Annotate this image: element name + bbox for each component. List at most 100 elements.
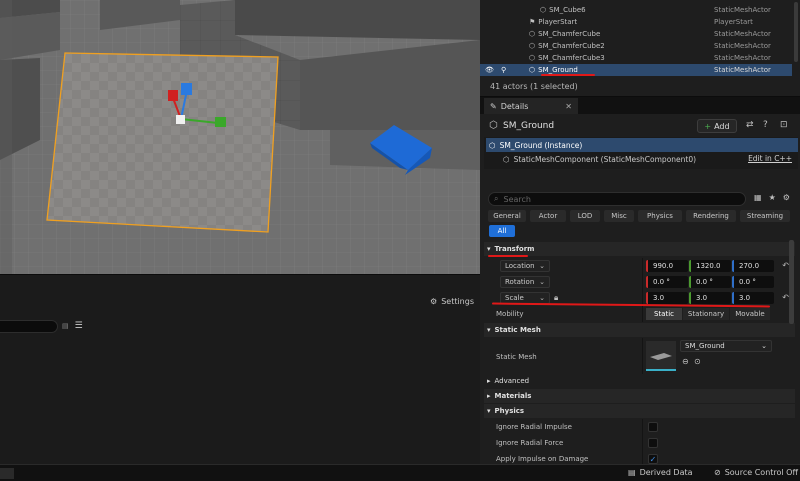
category-all[interactable]: All <box>489 225 515 237</box>
selected-object-header: ⬡ SM_Ground + Add ⇄ ? ⊡ <box>480 115 800 137</box>
details-scrollbar[interactable] <box>789 240 794 324</box>
component-tree: ⬡ SM_Ground (Instance) ⬡ StaticMeshCompo… <box>484 137 798 169</box>
viewport-scene[interactable] <box>0 0 480 274</box>
category-rendering[interactable]: Rendering <box>686 210 736 222</box>
add-component-button[interactable]: + Add <box>697 119 737 133</box>
level-viewport[interactable] <box>0 0 480 274</box>
save-icon[interactable]: ▤ <box>62 322 69 330</box>
category-general[interactable]: General <box>488 210 526 222</box>
mobility-row: Mobility Static Stationary Movable <box>484 306 795 322</box>
outliner-row[interactable]: ⬡ SM_Cube6 StaticMeshActor <box>480 4 792 16</box>
physics-prop-row: Ignore Radial Impulse <box>484 419 795 435</box>
rotation-z-field[interactable]: 0.0 ° <box>732 276 774 288</box>
lock-icon[interactable]: 🔒︎ <box>554 293 558 303</box>
location-z-field[interactable]: 270.0 <box>732 260 774 272</box>
static-mesh-icon: ⬡ <box>503 155 510 164</box>
component-root[interactable]: ⬡ SM_Ground (Instance) <box>486 138 798 152</box>
browse-icon[interactable]: ⊖ <box>682 357 689 366</box>
mobility-static-option[interactable]: Static <box>646 308 682 320</box>
rotation-row: Rotation ⌄ 0.0 ° 0.0 ° 0.0 ° <box>484 274 795 290</box>
source-control-button[interactable]: ⊘ Source Control Off <box>714 468 798 477</box>
chevron-down-icon: ▾ <box>487 245 491 253</box>
rotation-dropdown[interactable]: Rotation ⌄ <box>500 276 550 288</box>
object-name: SM_Ground <box>503 121 555 131</box>
transform-section[interactable]: ▾ Transform <box>484 242 795 256</box>
static-mesh-icon: ⬡ <box>529 41 536 50</box>
close-icon[interactable]: ✕ <box>565 102 572 111</box>
status-bar: ▤ Derived Data ⊘ Source Control Off <box>0 464 800 481</box>
chevron-down-icon: ⌄ <box>539 294 545 302</box>
details-panel: ✎ Details ✕ ⬡ SM_Ground + Add ⇄ ? ⊡ ⬡ SM… <box>480 96 800 467</box>
gear-icon: ⚙ <box>430 297 438 306</box>
reset-icon[interactable]: ↶ <box>782 293 789 302</box>
scale-z-field[interactable]: 3.0 <box>732 292 774 304</box>
eye-icon[interactable]: 👁 <box>485 66 494 74</box>
outliner-row-selected[interactable]: 👁 ⚲ ⬡ SM_Ground StaticMeshActor <box>480 64 792 76</box>
mesh-thumbnail[interactable] <box>646 341 676 371</box>
blueprint-icon[interactable]: ⇄ <box>746 120 754 130</box>
flag-icon: ⚑ <box>529 17 536 26</box>
advanced-section[interactable]: ▸ Advanced <box>484 374 795 388</box>
actor-count: 41 actors (1 selected) <box>490 82 578 91</box>
console-toggle[interactable] <box>0 468 14 479</box>
edit-in-cpp-link[interactable]: Edit in C++ <box>748 154 792 163</box>
pin-icon[interactable]: ⚲ <box>501 66 506 74</box>
outliner-row[interactable]: ⬡ SM_ChamferCube3 StaticMeshActor <box>480 52 792 64</box>
ignore-radial-impulse-checkbox[interactable] <box>648 422 658 432</box>
location-x-field[interactable]: 990.0 <box>646 260 688 272</box>
category-actor[interactable]: Actor <box>530 210 566 222</box>
location-row: Location ⌄ 990.0 1320.0 270.0 ↶ <box>484 258 795 274</box>
plus-icon: + <box>704 121 712 131</box>
physics-section[interactable]: ▾ Physics <box>484 404 795 418</box>
rotation-y-field[interactable]: 0.0 ° <box>689 276 731 288</box>
scale-x-field[interactable]: 3.0 <box>646 292 688 304</box>
chevron-down-icon: ⌄ <box>761 342 767 350</box>
category-physics[interactable]: Physics <box>638 210 682 222</box>
settings-label: Settings <box>441 297 474 306</box>
lower-left-panel: ⚙ Settings ▤ ☰ <box>0 274 480 464</box>
search-icon: ⌕ <box>494 194 499 203</box>
grid-view-icon[interactable]: ▦ <box>754 193 762 202</box>
static-mesh-section[interactable]: ▾ Static Mesh <box>484 323 795 337</box>
location-dropdown[interactable]: Location ⌄ <box>500 260 550 272</box>
materials-section[interactable]: ▸ Materials <box>484 389 795 403</box>
chevron-right-icon: ▸ <box>487 392 491 400</box>
derived-data-button[interactable]: ▤ Derived Data <box>628 468 693 477</box>
star-icon[interactable]: ★ <box>769 193 776 202</box>
rotation-x-field[interactable]: 0.0 ° <box>646 276 688 288</box>
settings-button[interactable]: ⚙ Settings <box>430 297 474 306</box>
outliner-row[interactable]: ⬡ SM_ChamferCube StaticMeshActor <box>480 28 792 40</box>
gear-icon[interactable]: ⚙ <box>783 193 790 202</box>
filter-search-input[interactable] <box>0 320 58 333</box>
lock-icon[interactable]: ⊡ <box>780 120 788 130</box>
chevron-down-icon: ▾ <box>487 326 491 334</box>
chevron-right-icon: ▸ <box>487 377 491 385</box>
ground-plane <box>46 52 279 233</box>
use-selected-icon[interactable]: ⊙ <box>694 357 701 366</box>
tab-details[interactable]: ✎ Details ✕ <box>484 98 578 114</box>
outliner-row[interactable]: ⚑ PlayerStart PlayerStart <box>480 16 792 28</box>
ignore-radial-force-checkbox[interactable] <box>648 438 658 448</box>
location-y-field[interactable]: 1320.0 <box>689 260 731 272</box>
scale-y-field[interactable]: 3.0 <box>689 292 731 304</box>
static-mesh-picker[interactable]: SM_Ground ⌄ <box>680 340 772 352</box>
help-icon[interactable]: ? <box>763 120 768 130</box>
static-mesh-icon: ⬡ <box>489 120 498 131</box>
filter-icon[interactable]: ☰ <box>75 321 83 331</box>
apply-impulse-on-damage-checkbox[interactable]: ✓ <box>648 454 658 464</box>
details-search-input[interactable]: ⌕ Search <box>488 192 746 206</box>
chevron-down-icon: ▾ <box>487 407 491 415</box>
category-lod[interactable]: LOD <box>570 210 600 222</box>
mobility-stationary-option[interactable]: Stationary <box>683 308 729 320</box>
static-mesh-icon: ⬡ <box>529 65 536 74</box>
category-streaming[interactable]: Streaming <box>740 210 790 222</box>
details-tab-bar: ✎ Details ✕ <box>480 97 800 114</box>
outliner-row[interactable]: ⬡ SM_ChamferCube2 StaticMeshActor <box>480 40 792 52</box>
mobility-movable-option[interactable]: Movable <box>730 308 770 320</box>
physics-prop-row: Ignore Radial Force <box>484 435 795 451</box>
outliner-scrollbar[interactable] <box>794 2 798 62</box>
static-mesh-icon: ⬡ <box>529 29 536 38</box>
details-icon: ✎ <box>490 101 497 111</box>
category-misc[interactable]: Misc <box>604 210 634 222</box>
reset-icon[interactable]: ↶ <box>782 261 789 270</box>
